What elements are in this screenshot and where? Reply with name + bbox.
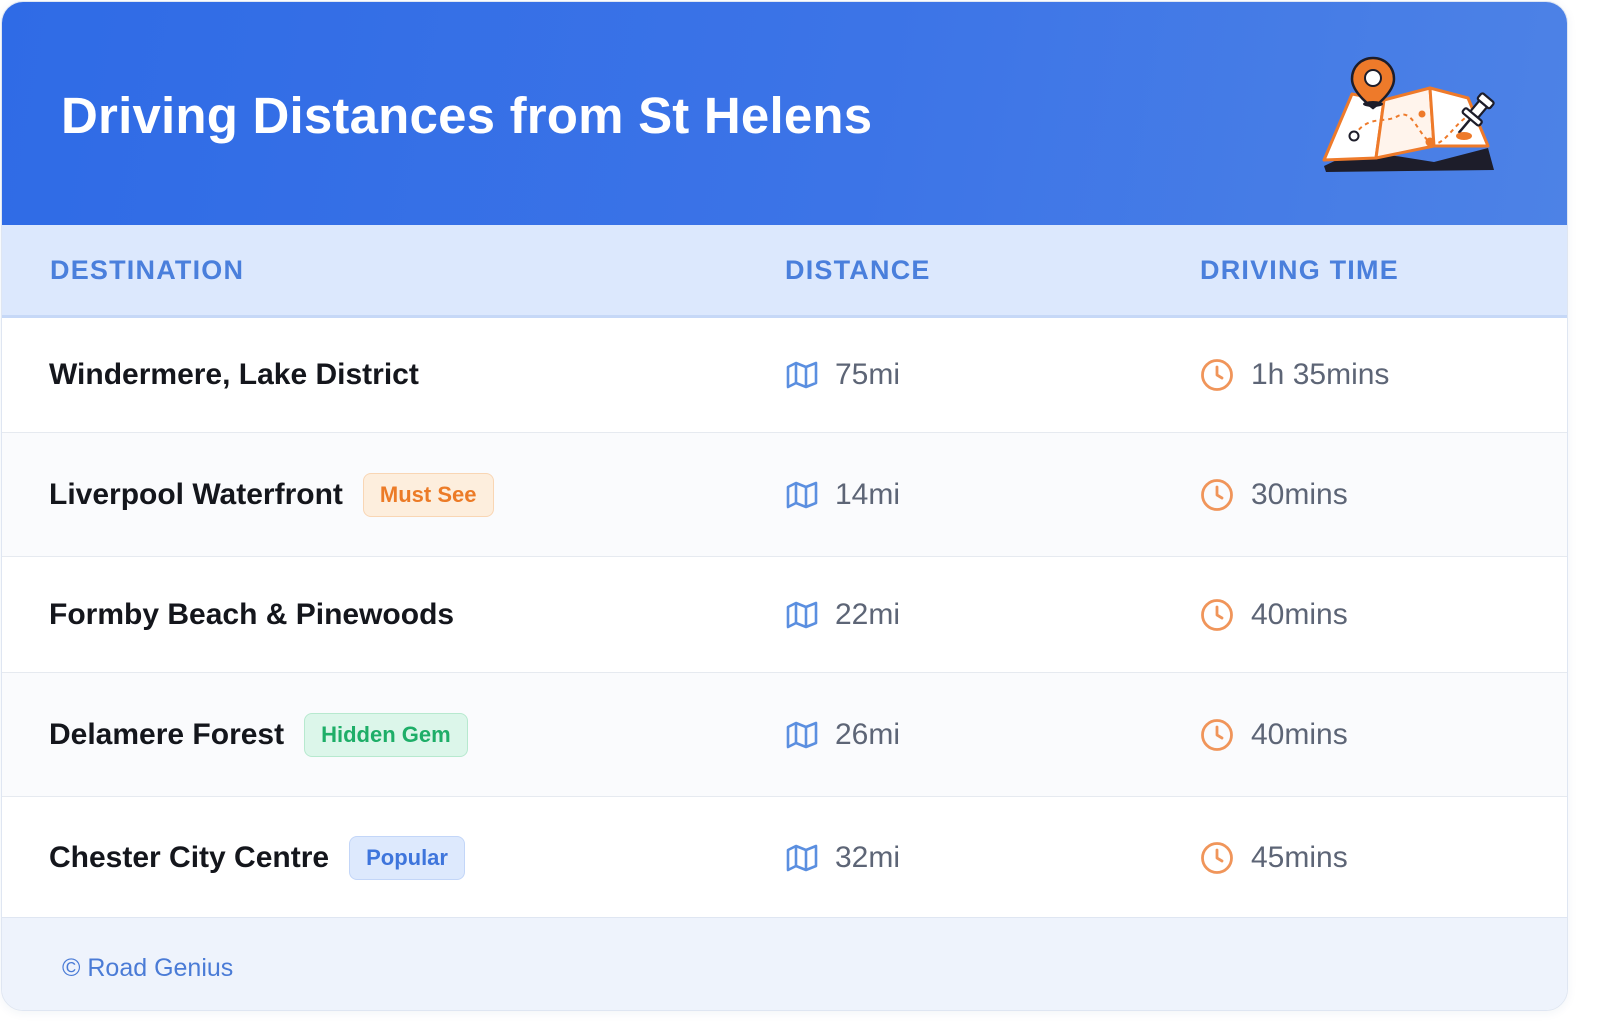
destination-cell: Liverpool Waterfront Must See [49, 472, 494, 517]
destination-name: Delamere Forest [49, 717, 285, 751]
destination-cell: Chester City Centre Popular [49, 836, 465, 880]
table-row: Windermere, Lake District 75mi 1h 35mins [2, 318, 1567, 433]
clock-icon [1201, 718, 1233, 751]
distance-value: 32mi [835, 841, 901, 874]
clock-icon [1201, 598, 1233, 631]
column-header-destination[interactable]: DESTINATION [50, 255, 244, 286]
map-icon [786, 721, 818, 748]
clock-icon [1201, 842, 1233, 874]
distance-cell: 26mi [786, 718, 900, 752]
destination-cell: Windermere, Lake District [49, 358, 419, 392]
table-header: DESTINATION DISTANCE DRIVING TIME [2, 225, 1567, 318]
time-cell: 45mins [1200, 841, 1348, 875]
column-header-distance[interactable]: DISTANCE [785, 255, 931, 286]
destination-name: Chester City Centre [49, 841, 330, 874]
time-value: 40mins [1251, 717, 1348, 751]
time-cell: 40mins [1200, 598, 1348, 632]
hidden-gem-badge: Hidden Gem [304, 712, 468, 757]
copyright-credit[interactable]: © Road Genius [62, 954, 233, 983]
distance-value: 14mi [835, 477, 901, 511]
clock-icon [1201, 359, 1233, 391]
time-value: 40mins [1251, 597, 1348, 631]
distance-value: 75mi [835, 358, 901, 391]
map-with-pins-icon [1322, 56, 1495, 172]
destination-cell: Formby Beach & Pinewoods [49, 598, 454, 632]
distance-cell: 75mi [786, 358, 900, 392]
map-icon [786, 844, 818, 872]
distance-cell: 32mi [786, 841, 900, 875]
table-body: Windermere, Lake District 75mi 1h 35mins [2, 318, 1567, 919]
distance-value: 26mi [835, 717, 901, 751]
table-row: Chester City Centre Popular 32mi 45mins [2, 797, 1567, 919]
time-value: 30mins [1251, 477, 1348, 511]
time-value: 1h 35mins [1251, 358, 1390, 391]
table-row: Liverpool Waterfront Must See 14mi 30min… [2, 433, 1567, 557]
map-icon [786, 361, 818, 389]
distance-value: 22mi [835, 597, 901, 631]
time-cell: 30mins [1200, 478, 1348, 512]
time-value: 45mins [1251, 841, 1348, 874]
map-icon [786, 601, 818, 628]
destination-name: Windermere, Lake District [49, 358, 419, 391]
destination-name: Formby Beach & Pinewoods [49, 597, 455, 631]
distance-cell: 22mi [786, 598, 900, 632]
must-see-badge: Must See [362, 472, 494, 517]
destination-cell: Delamere Forest Hidden Gem [49, 712, 468, 757]
table-row: Delamere Forest Hidden Gem 26mi 40mins [2, 673, 1567, 797]
page-title: Driving Distances from St Helens [61, 87, 873, 144]
card-header: Driving Distances from St Helens [2, 2, 1567, 225]
time-cell: 40mins [1200, 718, 1348, 752]
distance-table-card: Driving Distances from St Helens DESTINA… [1, 1, 1568, 1011]
distance-cell: 14mi [786, 478, 900, 512]
card-footer: © Road Genius [2, 917, 1567, 1010]
table-row: Formby Beach & Pinewoods 22mi 40mins [2, 557, 1567, 673]
clock-icon [1201, 478, 1233, 511]
destination-name: Liverpool Waterfront [49, 477, 343, 511]
map-icon [786, 481, 818, 508]
popular-badge: Popular [349, 836, 465, 880]
column-header-driving-time[interactable]: DRIVING TIME [1200, 255, 1399, 286]
time-cell: 1h 35mins [1200, 358, 1389, 392]
